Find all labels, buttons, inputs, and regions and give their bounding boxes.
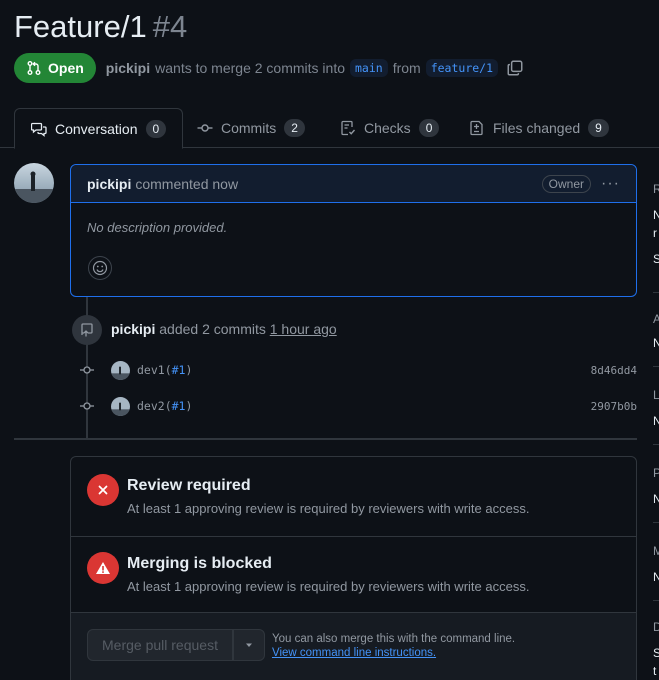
state-badge: Open xyxy=(14,53,96,83)
tab-counter: 0 xyxy=(145,119,167,138)
git-pull-request-icon xyxy=(27,61,41,75)
review-required-title: Review required xyxy=(127,477,251,494)
sidebar-divider xyxy=(653,522,659,523)
avatar[interactable] xyxy=(111,360,130,380)
merge-method-dropdown[interactable] xyxy=(233,629,265,661)
commit-sha[interactable]: 8d46dd4 xyxy=(591,364,637,377)
sidebar-projects-value: N xyxy=(653,492,659,506)
commit-pr-ref[interactable]: #1 xyxy=(172,363,186,377)
tab-counter: 0 xyxy=(418,119,440,137)
sidebar-reviewers-heading[interactable]: R xyxy=(653,182,659,196)
timeline-divider xyxy=(14,438,637,440)
review-required-section: Review required At least 1 approving rev… xyxy=(71,457,636,536)
tab-counter: 9 xyxy=(588,119,609,137)
sidebar-reviewers-extra: S xyxy=(653,252,659,266)
owner-badge: Owner xyxy=(541,174,592,193)
pr-sidebar: R N r S A N L N P N M N D S t xyxy=(645,164,659,680)
kebab-menu-icon[interactable]: ··· xyxy=(601,175,620,193)
merge-footer: Merge pull request You can also merge th… xyxy=(71,613,636,680)
tab-conversation[interactable]: Conversation 0 xyxy=(14,108,184,149)
triangle-down-icon xyxy=(246,643,252,647)
tab-checks[interactable]: Checks 0 xyxy=(340,108,440,148)
state-label: Open xyxy=(48,60,84,76)
sidebar-labels-heading[interactable]: L xyxy=(653,388,659,402)
repo-push-icon xyxy=(72,315,102,345)
merging-blocked-title: Merging is blocked xyxy=(127,555,272,572)
sidebar-labels-value: N xyxy=(653,414,659,428)
commit-event-text: added 2 commits xyxy=(159,321,266,337)
comment-time[interactable]: commented now xyxy=(135,176,238,192)
tab-label: Files changed xyxy=(493,120,581,136)
pr-summary-text: wants to merge 2 commits into xyxy=(155,60,345,76)
tab-label: Commits xyxy=(221,120,277,136)
git-commit-icon xyxy=(78,397,96,415)
copy-icon[interactable] xyxy=(506,59,524,77)
pr-summary-from: from xyxy=(392,60,421,76)
sidebar-reviewers-value: N xyxy=(653,208,659,222)
tab-label: Checks xyxy=(364,120,411,136)
file-diff-icon xyxy=(470,120,483,136)
git-commit-icon xyxy=(78,361,96,379)
commit-message-close: ) xyxy=(185,399,193,413)
tab-commits[interactable]: Commits 2 xyxy=(197,108,305,148)
base-branch[interactable]: main xyxy=(350,59,388,77)
git-commit-icon xyxy=(197,124,213,132)
tab-counter: 2 xyxy=(284,119,305,137)
sidebar-assignees-value: N xyxy=(653,336,659,350)
pr-author-link[interactable]: pickipi xyxy=(106,60,150,76)
command-line-instructions-link[interactable]: View command line instructions. xyxy=(272,647,436,659)
comment-author[interactable]: pickipi xyxy=(87,176,131,192)
pr-title-text: Feature/1 xyxy=(14,9,147,44)
avatar[interactable] xyxy=(111,396,130,416)
commit-sha[interactable]: 2907b0b xyxy=(591,400,637,413)
merging-blocked-section: Merging is blocked At least 1 approving … xyxy=(71,537,636,613)
commit-pr-ref[interactable]: #1 xyxy=(172,399,186,413)
sidebar-development-value: S xyxy=(653,646,659,660)
commit-message-close: ) xyxy=(185,363,193,377)
command-line-note: You can also merge this with the command… xyxy=(272,633,516,645)
alert-icon xyxy=(87,552,119,584)
comment-body: No description provided. xyxy=(87,220,228,235)
smiley-icon xyxy=(92,260,108,276)
commit-event-time[interactable]: 1 hour ago xyxy=(270,321,337,337)
commit-event-author[interactable]: pickipi xyxy=(111,321,155,337)
head-branch[interactable]: feature/1 xyxy=(425,59,499,77)
pr-status-row: Open pickipi wants to merge 2 commits in… xyxy=(14,53,524,83)
comment-discussion-icon xyxy=(31,122,47,137)
x-icon xyxy=(87,474,119,506)
checklist-icon xyxy=(341,120,356,136)
pr-tabs: Conversation 0 Commits 2 Checks 0 Files … xyxy=(0,108,659,149)
pr-summary: pickipi wants to merge 2 commits into ma… xyxy=(106,59,524,77)
merging-blocked-desc: At least 1 approving review is required … xyxy=(127,579,530,594)
sidebar-divider xyxy=(653,292,659,293)
sidebar-divider xyxy=(653,366,659,367)
commit-message-text: dev2( xyxy=(137,399,172,413)
list-item: dev2(#1) 2907b0b xyxy=(78,395,637,417)
merge-pull-request-button[interactable]: Merge pull request xyxy=(87,629,233,661)
avatar[interactable] xyxy=(14,163,54,203)
list-item: dev1(#1) 8d46dd4 xyxy=(78,359,637,381)
sidebar-divider xyxy=(653,444,659,445)
sidebar-assignees-heading[interactable]: A xyxy=(653,312,659,326)
commit-message-text: dev1( xyxy=(137,363,172,377)
comment-header: pickipi commented now Owner ··· xyxy=(71,165,636,203)
sidebar-milestone-heading[interactable]: M xyxy=(653,544,659,558)
commit-message[interactable]: dev1(#1) xyxy=(137,363,192,377)
merge-box: Review required At least 1 approving rev… xyxy=(70,456,637,680)
pr-description-comment: pickipi commented now Owner ··· No descr… xyxy=(70,164,637,297)
pr-title: Feature/1 #4 xyxy=(14,8,187,46)
review-required-desc: At least 1 approving review is required … xyxy=(127,501,530,516)
pr-number: #4 xyxy=(152,9,188,44)
sidebar-divider xyxy=(653,600,659,601)
sidebar-development-heading[interactable]: D xyxy=(653,620,659,634)
tab-files-changed[interactable]: Files changed 9 xyxy=(469,108,609,148)
sidebar-milestone-value: N xyxy=(653,570,659,584)
sidebar-projects-heading[interactable]: P xyxy=(653,466,659,480)
commit-event-summary: pickipi added 2 commits 1 hour ago xyxy=(111,321,337,337)
sidebar-reviewers-value-2: r xyxy=(653,226,657,240)
commit-message[interactable]: dev2(#1) xyxy=(137,399,192,413)
add-reaction-button[interactable] xyxy=(88,256,112,280)
sidebar-development-value-2: t xyxy=(653,664,657,678)
tab-label: Conversation xyxy=(55,120,138,137)
